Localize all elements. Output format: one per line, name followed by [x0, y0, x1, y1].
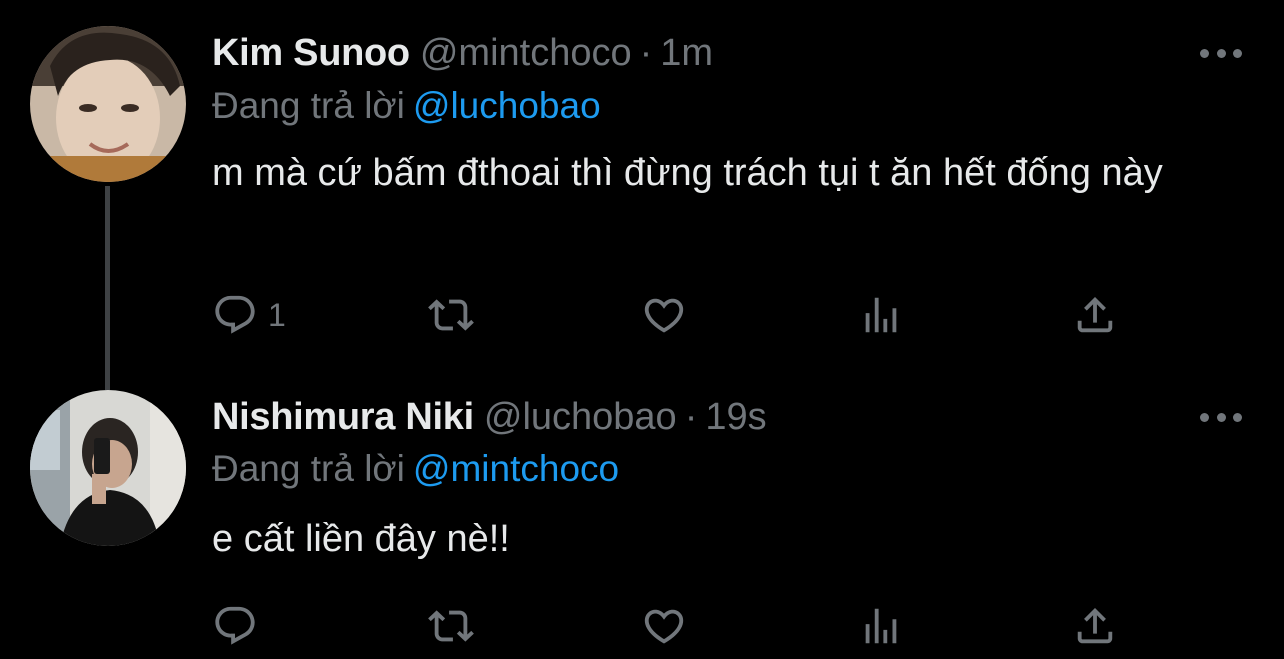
more-dot: [1216, 412, 1226, 422]
views-icon: [865, 608, 897, 644]
retweet-button[interactable]: [428, 290, 474, 340]
reply-count: 1: [268, 296, 286, 333]
display-name[interactable]: Kim Sunoo: [212, 32, 410, 74]
tweet-actions: 1: [0, 290, 1284, 340]
replying-to-label: Đang trả lời: [212, 85, 405, 126]
handle[interactable]: @mintchoco: [420, 32, 632, 74]
mention-link[interactable]: @luchobao: [413, 85, 601, 126]
separator: ·: [684, 396, 698, 438]
replying-to-label: Đang trả lời: [212, 448, 405, 489]
more-icon[interactable]: [1198, 38, 1244, 68]
more-dot: [1233, 412, 1242, 422]
share-button[interactable]: [1072, 290, 1118, 340]
avatar[interactable]: [30, 390, 186, 546]
tweet-header: Kim Sunoo @mintchoco · 1m: [212, 29, 713, 77]
tweet[interactable]: Nishimura Niki @luchobao · 19s Đang trả lời…: [0, 390, 1284, 659]
display-name[interactable]: Nishimura Niki: [212, 396, 474, 438]
timestamp[interactable]: 19s: [705, 396, 766, 438]
share-icon: [1077, 607, 1113, 644]
more-dot: [1200, 48, 1209, 58]
like-button[interactable]: [641, 601, 687, 651]
thread-line: [105, 186, 110, 390]
reply-icon: [215, 295, 255, 334]
reply-button[interactable]: 1: [212, 290, 286, 340]
more-dot: [1200, 412, 1209, 422]
avatar[interactable]: [30, 26, 186, 182]
more-dot: [1233, 48, 1242, 58]
tweet[interactable]: Kim Sunoo @mintchoco · 1m Đang trả lời @luch…: [0, 0, 1284, 390]
more-icon[interactable]: [1198, 402, 1244, 432]
replying-to: Đang trả lời @mintchoco: [212, 445, 619, 493]
mention-link[interactable]: @mintchoco: [413, 448, 619, 489]
tweet-text: e cất liền đây nè!!: [212, 518, 510, 560]
views-button[interactable]: [858, 290, 904, 340]
avatar-image: [30, 390, 186, 546]
timestamp[interactable]: 1m: [660, 32, 713, 74]
more-dot: [1216, 48, 1226, 58]
heart-icon: [644, 609, 684, 644]
reply-button[interactable]: [212, 601, 268, 651]
like-button[interactable]: [641, 290, 687, 340]
tweet-text: m mà cứ bấm đthoai thì đừng trách tụi t …: [212, 152, 1163, 194]
handle[interactable]: @luchobao: [484, 396, 677, 438]
heart-icon: [644, 298, 684, 333]
share-icon: [1077, 296, 1113, 333]
retweet-icon: [428, 299, 474, 331]
views-button[interactable]: [858, 601, 904, 651]
tweet-header: Nishimura Niki @luchobao · 19s: [212, 393, 767, 441]
replying-to: Đang trả lời @luchobao: [212, 82, 601, 130]
retweet-button[interactable]: [428, 601, 474, 651]
separator: ·: [639, 32, 653, 74]
avatar-image: [30, 26, 186, 182]
retweet-icon: [428, 610, 474, 642]
tweet-actions: [0, 601, 1284, 651]
reply-icon: [215, 606, 255, 645]
views-icon: [865, 297, 897, 333]
share-button[interactable]: [1072, 601, 1118, 651]
